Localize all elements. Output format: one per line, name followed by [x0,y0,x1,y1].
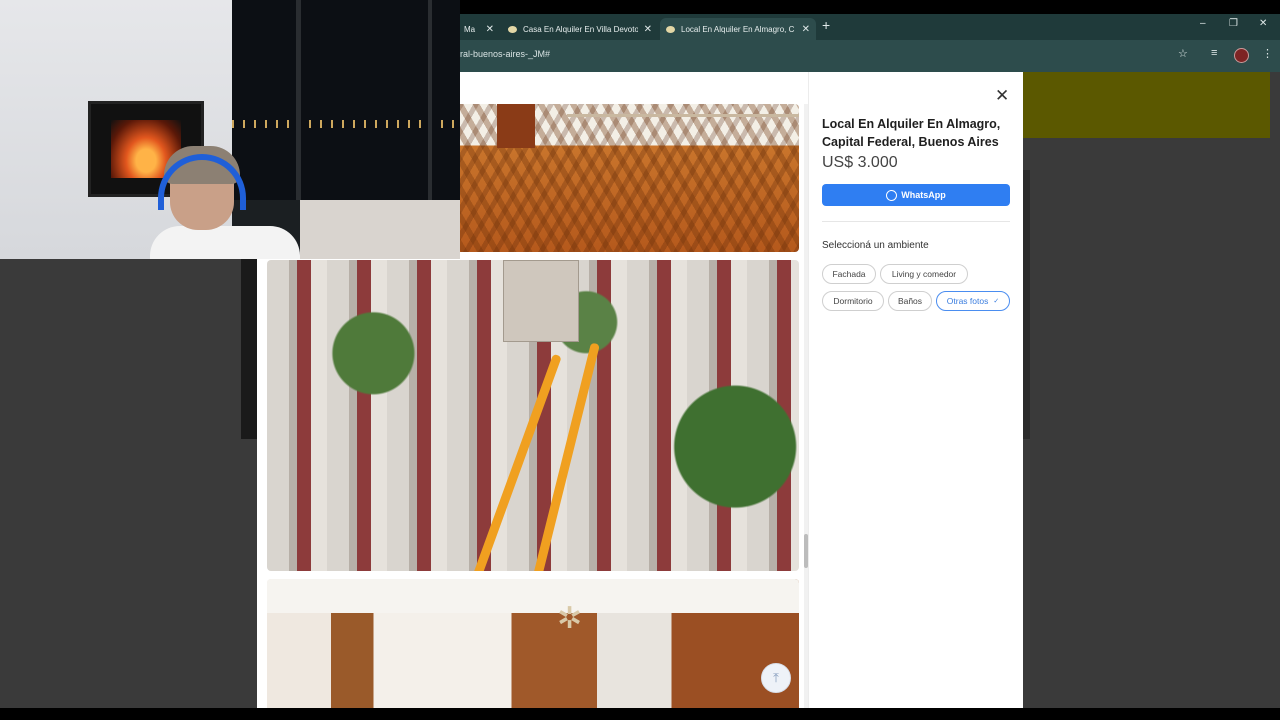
lot-boundary-line-right [533,342,600,571]
webcam-shirt [150,226,300,259]
whatsapp-label: WhatsApp [901,190,946,200]
media-icon[interactable]: ≡ [1211,47,1217,59]
room-chip-living[interactable]: Living y comedor [880,264,968,284]
room-chip-label: Fachada [832,269,866,279]
tab-favicon-icon [666,25,675,33]
listing-sidebar: ✕ Local En Alquiler En Almagro, Capital … [809,72,1023,708]
tab-close-icon[interactable]: ✕ [644,24,652,35]
menu-icon[interactable]: ⋮ [1262,47,1273,60]
new-tab-button[interactable]: + [822,17,830,33]
sidebar-divider [822,221,1010,222]
webcam-overlay [0,0,460,259]
room-chip-fachada[interactable]: Fachada [822,264,876,284]
tab-title: Casa En Alquiler En Villa Devoto [523,24,638,34]
check-icon: ✓ [993,298,1000,305]
room-chip-label: Living y comedor [891,269,957,279]
photo-bedroom: ✲ [267,579,799,708]
close-modal-icon[interactable]: ✕ [995,86,1009,106]
room-chip-label: Otras fotos [946,296,989,306]
whatsapp-icon [886,189,898,201]
webcam-window-frame [428,0,432,200]
whatsapp-button[interactable]: WhatsApp [822,184,1010,206]
photo-ceiling [267,579,799,613]
restore-icon[interactable]: ❐ [1229,18,1238,29]
tab-close-icon[interactable]: ✕ [802,24,810,35]
photo-building [503,260,579,342]
photo-door [497,104,535,148]
tab-2-active[interactable]: Local En Alquiler En Almagro, C ✕ [660,18,816,40]
tab-close-icon[interactable]: ✕ [486,24,494,35]
tab-title: Ma [464,24,476,34]
bottom-black-bar [0,708,1280,720]
address-bar-url[interactable]: ral-buenos-aires-_JM# [460,49,550,59]
tab-title: Local En Alquiler En Almagro, C [681,24,795,34]
page-banner [1023,72,1270,138]
minimize-icon[interactable]: – [1200,18,1206,29]
star-icon[interactable]: ☆ [1178,47,1188,60]
listing-price: US$ 3.000 [822,154,898,171]
scroll-to-top-button[interactable]: ⤒ [761,663,791,693]
profile-avatar[interactable] [1234,48,1249,63]
webcam-sofa [300,200,460,259]
listing-title: Local En Alquiler En Almagro, Capital Fe… [822,117,1001,149]
chandelier-icon: ✲ [557,602,583,635]
webcam-city-lights [232,120,460,128]
room-chip-label: Baños [897,296,923,306]
tab-0[interactable]: Ma ✕ [458,18,500,40]
photo-aerial-view [267,260,799,571]
room-chip-banos[interactable]: Baños [888,291,932,311]
room-chip-label: Dormitorio [833,296,873,306]
select-room-label: Seleccioná un ambiente [822,240,929,251]
photo-rail [567,114,799,117]
tab-favicon-icon [508,25,517,33]
page-right-panel [1023,170,1030,439]
window-close-icon[interactable]: ✕ [1259,18,1267,29]
room-chip-otras-fotos[interactable]: Otras fotos ✓ [936,291,1010,311]
room-chip-dormitorio[interactable]: Dormitorio [822,291,884,311]
webcam-person [150,146,300,259]
tab-1[interactable]: Casa En Alquiler En Villa Devoto ✕ [502,18,658,40]
